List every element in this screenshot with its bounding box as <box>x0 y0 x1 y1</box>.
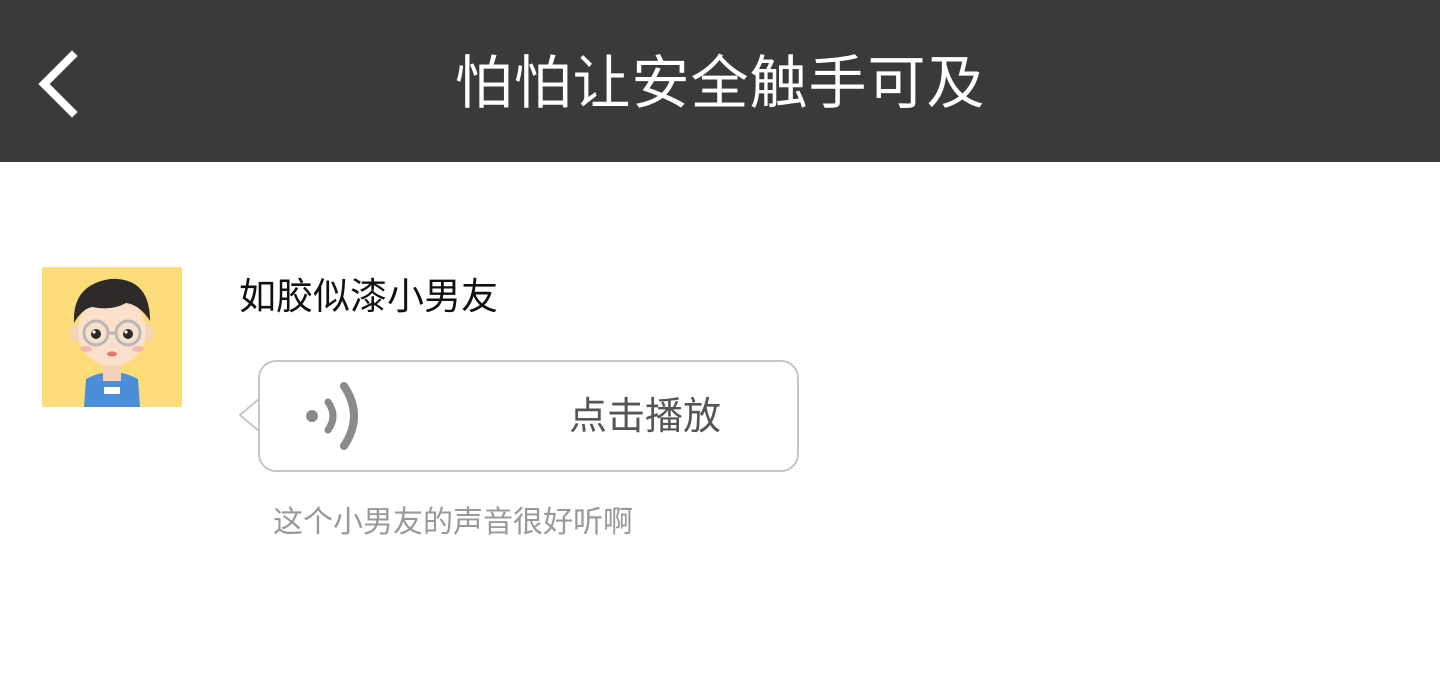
play-label[interactable]: 点击播放 <box>569 391 721 441</box>
top-bar: 怕怕让安全触手可及 <box>0 0 1440 162</box>
username: 如胶似漆小男友 <box>239 275 498 318</box>
post-caption: 这个小男友的声音很好听啊 <box>273 505 633 540</box>
page-title: 怕怕让安全触手可及 <box>454 49 986 117</box>
sound-wave-icon <box>306 382 358 450</box>
cartoon-boy-avatar <box>42 267 182 407</box>
avatar[interactable] <box>42 267 182 407</box>
